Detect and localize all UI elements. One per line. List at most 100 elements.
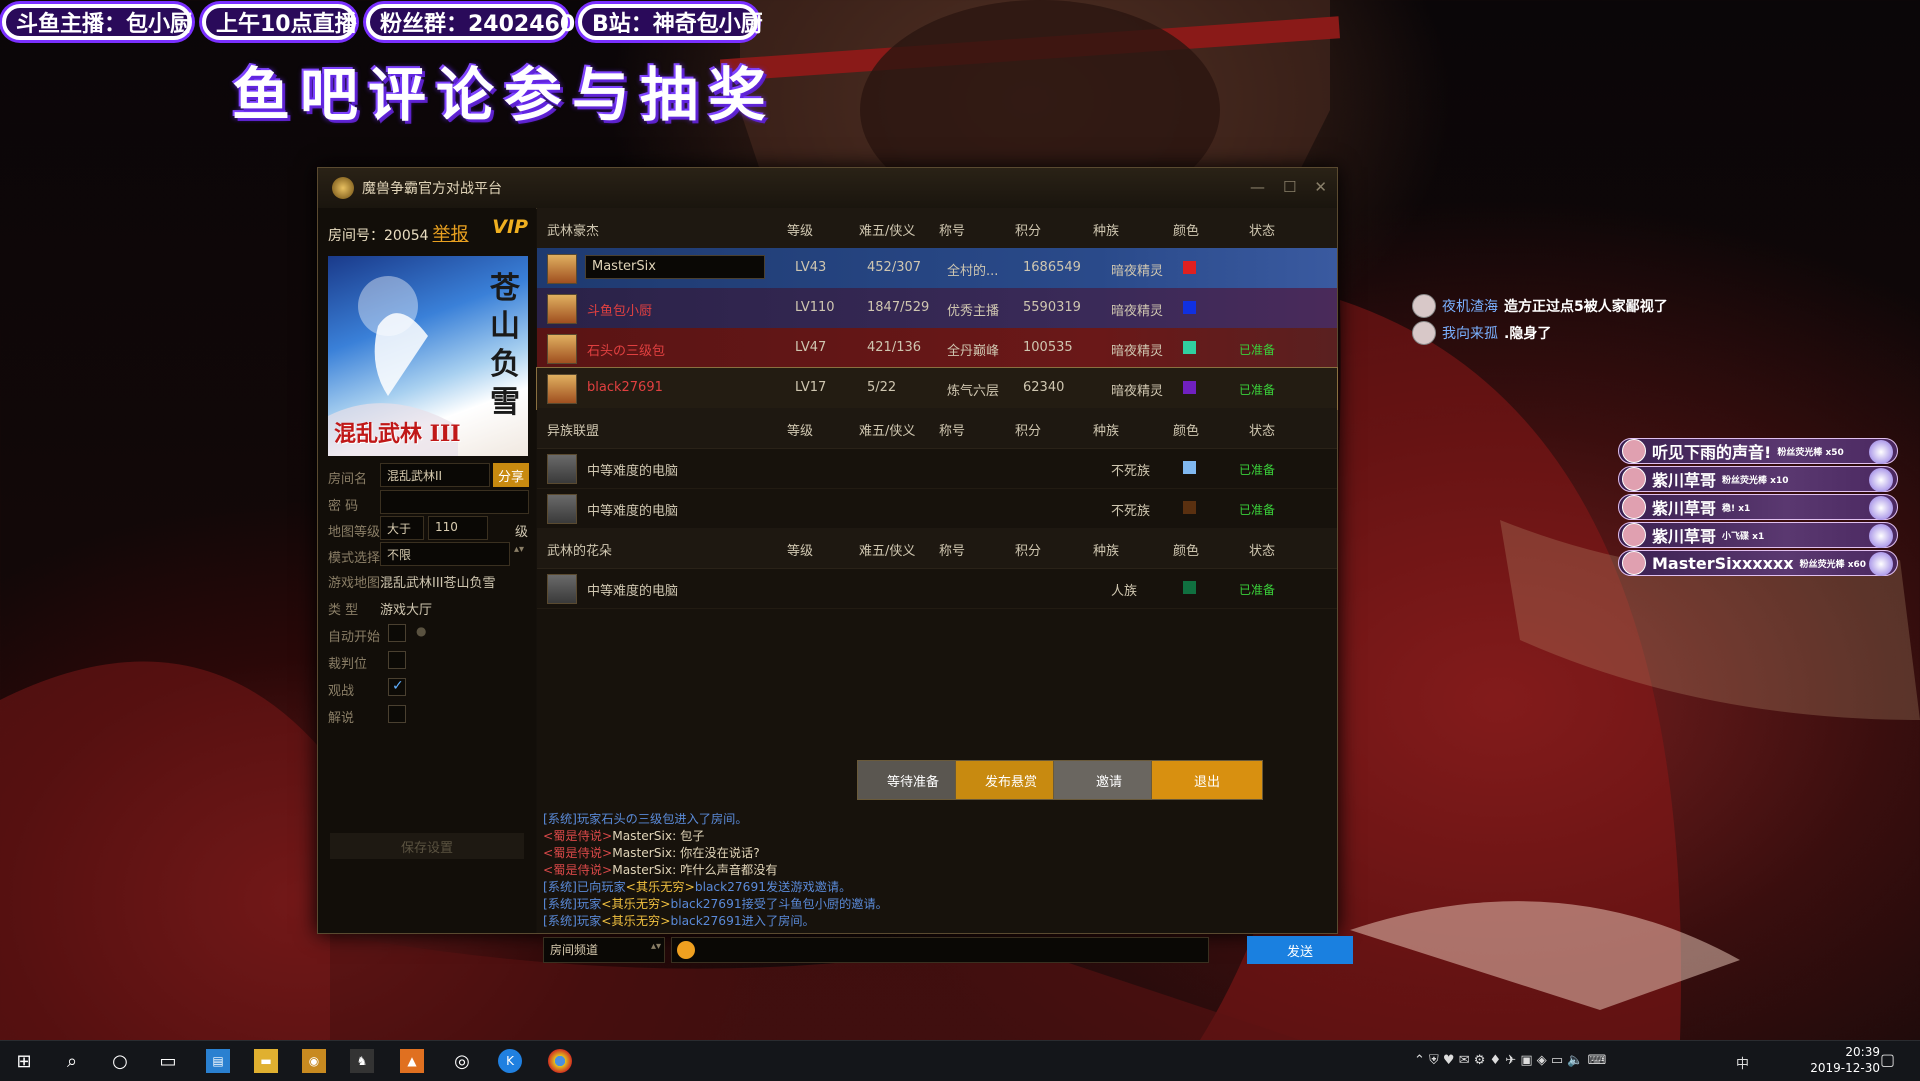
team-name: 异族联盟 (547, 424, 600, 439)
player-status: 已准备 (1239, 503, 1276, 517)
player-row[interactable]: 斗鱼包小厨 LV110 1847/529 优秀主播 5590319 暗夜精灵 (537, 288, 1337, 329)
player-color-swatch[interactable] (1183, 381, 1196, 394)
title-bar[interactable]: 魔兽争霸官方对战平台 — ☐ ✕ (318, 168, 1337, 209)
player-name: 石头の三级包 (587, 344, 666, 359)
player-status: 已准备 (1239, 463, 1276, 477)
mode-select-arrow-icon[interactable]: ▴▾ (514, 544, 524, 555)
chat-line: <蜀是侍说>MasterSix: 包子 (543, 829, 705, 843)
column-header: 等级 (787, 224, 814, 239)
map-level-input[interactable]: 110 (428, 516, 488, 540)
app-icon-4[interactable]: ▲ (400, 1049, 424, 1073)
app-icon-wc-lobby[interactable]: ◉ (302, 1049, 326, 1073)
search-icon[interactable]: ⌕ (60, 1049, 84, 1073)
clock-date: 2019-12-30 (1810, 1061, 1880, 1075)
referee-checkbox[interactable] (388, 651, 406, 669)
map-level-compare-select[interactable]: 大于 (380, 516, 424, 540)
gift-item: 紫川草哥 粉丝荧光棒 x10 (1618, 466, 1898, 492)
player-color-swatch[interactable] (1183, 461, 1196, 474)
clock[interactable]: 20:39 2019-12-30 (1810, 1044, 1880, 1076)
danmu-avatar-icon (1412, 294, 1436, 318)
room-name-input[interactable]: 混乱武林II (380, 463, 490, 487)
help-icon[interactable]: ● (416, 624, 426, 638)
column-header: 种族 (1093, 224, 1120, 239)
password-input[interactable] (380, 490, 529, 514)
file-explorer-icon[interactable]: ▬ (254, 1049, 278, 1073)
column-header: 等级 (787, 424, 814, 439)
channel-select[interactable]: 房间频道 (543, 937, 665, 963)
player-color-swatch[interactable] (1183, 501, 1196, 514)
player-avatar (547, 254, 577, 284)
app-icon-k[interactable]: K (498, 1049, 522, 1073)
player-row[interactable]: 中等难度的电脑 人族 已准备 (537, 568, 1337, 609)
player-color-swatch[interactable] (1183, 301, 1196, 314)
obs-icon[interactable]: ◎ (450, 1049, 474, 1073)
auto-start-checkbox[interactable] (388, 624, 406, 642)
player-name: 中等难度的电脑 (587, 584, 679, 599)
wait-ready-button[interactable]: 等待准备 (857, 760, 969, 800)
column-header: 积分 (1015, 224, 1042, 239)
map-preview-image: 苍山负雪 混乱武林 III (328, 256, 528, 456)
app-logo-icon (332, 177, 354, 199)
chat-line: [系统]玩家<其乐无穷>black27691进入了房间。 (543, 914, 815, 928)
app-icon-1[interactable]: ▤ (206, 1049, 230, 1073)
player-title: 全村的... (947, 264, 999, 279)
player-row[interactable]: 中等难度的电脑 不死族 已准备 (537, 488, 1337, 529)
post-bounty-button[interactable]: 发布悬赏 (955, 760, 1067, 800)
channel-arrow-icon[interactable]: ▴▾ (651, 941, 661, 952)
notification-icon[interactable]: ▢ (1880, 1050, 1895, 1069)
gift-user: 紫川草哥 (1652, 471, 1717, 490)
save-settings-button[interactable]: 保存设置 (330, 833, 524, 859)
player-title: 炼气六层 (947, 384, 1000, 399)
player-row[interactable]: black27691 LV17 5/22 炼气六层 62340 暗夜精灵 已准备 (536, 367, 1338, 410)
player-row[interactable]: 中等难度的电脑 不死族 已准备 (537, 448, 1337, 489)
player-name-select[interactable]: MasterSix (585, 255, 765, 279)
close-icon[interactable]: ✕ (1314, 178, 1327, 196)
player-status: 已准备 (1239, 343, 1276, 357)
windows-start-icon[interactable]: ⊞ (12, 1049, 36, 1073)
player-row[interactable]: MasterSix LV43 452/307 全村的... 1686549 暗夜精灵 (537, 248, 1337, 289)
player-record: 1847/529 (867, 300, 930, 315)
gift-user: 紫川草哥 (1652, 499, 1717, 518)
vip-badge: VIP (492, 216, 528, 238)
chrome-icon[interactable] (548, 1049, 572, 1073)
report-link[interactable]: 举报 (433, 224, 469, 245)
chat-log: [系统]玩家石头の三级包进入了房间。 <蜀是侍说>MasterSix: 包子 <蜀是… (543, 811, 888, 930)
cortana-icon[interactable]: ○ (108, 1049, 132, 1073)
spectate-checkbox[interactable] (388, 678, 406, 696)
gift-user: 紫川草哥 (1652, 527, 1717, 546)
gift-user: 听见下雨的声音! (1652, 443, 1772, 462)
mode-select[interactable]: 不限 (380, 542, 510, 566)
clock-time: 20:39 (1845, 1045, 1880, 1059)
player-color-swatch[interactable] (1183, 261, 1196, 274)
emoji-icon[interactable] (677, 941, 695, 959)
gift-desc: 粉丝荧光棒 x50 (1777, 447, 1844, 458)
commentary-checkbox[interactable] (388, 705, 406, 723)
player-record: 421/136 (867, 340, 922, 355)
send-button[interactable]: 发送 (1247, 936, 1353, 964)
chat-input[interactable] (671, 937, 1209, 963)
share-button[interactable]: 分享 (493, 463, 529, 487)
player-color-swatch[interactable] (1183, 341, 1196, 354)
lobby-main: 武林豪杰 等级 难五/侠义 称号 积分 种族 颜色 状态 MasterSix LV43 452/30… (536, 208, 1353, 964)
overlay-banner-2: 上午10点直播 (202, 4, 357, 40)
map-title-horizontal: 混乱武林 III (334, 421, 461, 447)
ime-indicator[interactable]: 中 (1736, 1053, 1749, 1072)
player-row[interactable]: 石头の三级包 LV47 421/136 全丹巅峰 100535 暗夜精灵 已准备 (537, 328, 1337, 369)
task-view-icon[interactable]: ▭ (156, 1049, 180, 1073)
chat-line: <蜀是侍说>MasterSix: 你在没在说话? (543, 846, 760, 860)
invite-button[interactable]: 邀请 (1053, 760, 1165, 800)
gift-item: 听见下雨的声音! 粉丝荧光棒 x50 (1618, 438, 1898, 464)
team-header: 武林的花朵 等级 难五/侠义 称号 积分 种族 颜色 状态 (537, 528, 1337, 569)
gift-icon (1869, 524, 1893, 548)
app-icon-platform[interactable]: ♞ (350, 1049, 374, 1073)
minimize-icon[interactable]: — (1250, 178, 1265, 196)
gift-desc: 稳! x1 (1722, 503, 1751, 514)
player-status: 已准备 (1239, 383, 1276, 397)
overlay-banner-3: 粉丝群：24024600 (366, 4, 590, 40)
player-color-swatch[interactable] (1183, 581, 1196, 594)
exit-button[interactable]: 退出 (1151, 760, 1263, 800)
map-level-label: 地图等级 (328, 525, 381, 540)
tray-icons[interactable]: ⌃ ⛨ ♥ ✉ ⚙ ♦ ✈ ▣ ◈ ▭ 🔈 ⌨ (1414, 1053, 1606, 1068)
password-label: 密 码 (328, 499, 359, 514)
maximize-icon[interactable]: ☐ (1283, 178, 1296, 196)
